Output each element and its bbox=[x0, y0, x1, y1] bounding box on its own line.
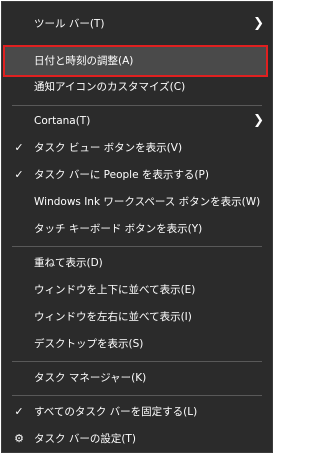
menu-item-label: すべてのタスク バーを固定する(L) bbox=[34, 406, 198, 418]
gear-icon: ⚙ bbox=[14, 432, 24, 445]
menu-item-notify-icons[interactable]: 通知アイコンのカスタマイズ(C) bbox=[2, 73, 272, 101]
checkmark-icon: ✓ bbox=[14, 168, 24, 181]
menu-item-side-by-side[interactable]: ウィンドウを左右に並べて表示(I) bbox=[2, 303, 272, 331]
menu-item-label: 通知アイコンのカスタマイズ(C) bbox=[34, 81, 186, 93]
taskbar-context-menu: ツール バー(T) ❯ 日付と時刻の調整(A) 通知アイコンのカスタマイズ(C)… bbox=[1, 1, 273, 453]
menu-item-label: デスクトップを表示(S) bbox=[34, 338, 144, 350]
chevron-right-icon: ❯ bbox=[253, 16, 264, 31]
menu-item-label: Cortana(T) bbox=[34, 115, 91, 127]
menu-item-label: タッチ キーボード ボタンを表示(Y) bbox=[34, 223, 203, 235]
menu-item-taskbar-settings[interactable]: ⚙ タスク バーの設定(T) bbox=[2, 425, 272, 453]
checkmark-icon: ✓ bbox=[14, 405, 24, 418]
menu-item-label: Windows Ink ワークスペース ボタンを表示(W) bbox=[34, 196, 261, 208]
checkmark-icon: ✓ bbox=[14, 141, 24, 154]
chevron-right-icon: ❯ bbox=[253, 113, 264, 128]
menu-item-label: 重ねて表示(D) bbox=[34, 257, 103, 269]
separator bbox=[12, 105, 262, 106]
menu-item-touch-keyboard[interactable]: タッチ キーボード ボタンを表示(Y) bbox=[2, 215, 272, 243]
separator bbox=[12, 395, 262, 396]
menu-item-label: ツール バー(T) bbox=[34, 18, 105, 30]
menu-item-lock-taskbars[interactable]: ✓ すべてのタスク バーを固定する(L) bbox=[2, 398, 272, 426]
menu-item-toolbar[interactable]: ツール バー(T) ❯ bbox=[2, 10, 272, 38]
menu-item-task-manager[interactable]: タスク マネージャー(K) bbox=[2, 364, 272, 392]
menu-item-label: ウィンドウを左右に並べて表示(I) bbox=[34, 311, 192, 323]
menu-item-label: タスク マネージャー(K) bbox=[34, 372, 147, 384]
menu-item-label: ウィンドウを上下に並べて表示(E) bbox=[34, 284, 196, 296]
menu-item-cortana[interactable]: Cortana(T) ❯ bbox=[2, 107, 272, 135]
separator bbox=[12, 246, 262, 247]
menu-item-stack-vertical[interactable]: ウィンドウを上下に並べて表示(E) bbox=[2, 276, 272, 304]
menu-item-show-desktop[interactable]: デスクトップを表示(S) bbox=[2, 330, 272, 358]
menu-item-ink-workspace[interactable]: Windows Ink ワークスペース ボタンを表示(W) bbox=[2, 188, 272, 216]
menu-item-task-view[interactable]: ✓ タスク ビュー ボタンを表示(V) bbox=[2, 134, 272, 162]
menu-item-label: タスク バーに People を表示する(P) bbox=[34, 169, 209, 181]
menu-item-label: 日付と時刻の調整(A) bbox=[34, 55, 134, 67]
separator bbox=[12, 361, 262, 362]
menu-item-label: タスク バーの設定(T) bbox=[34, 433, 136, 445]
menu-item-label: タスク ビュー ボタンを表示(V) bbox=[34, 142, 183, 154]
menu-item-cascade[interactable]: 重ねて表示(D) bbox=[2, 249, 272, 277]
menu-item-people[interactable]: ✓ タスク バーに People を表示する(P) bbox=[2, 161, 272, 189]
menu-item-datetime[interactable]: 日付と時刻の調整(A) bbox=[3, 45, 268, 77]
